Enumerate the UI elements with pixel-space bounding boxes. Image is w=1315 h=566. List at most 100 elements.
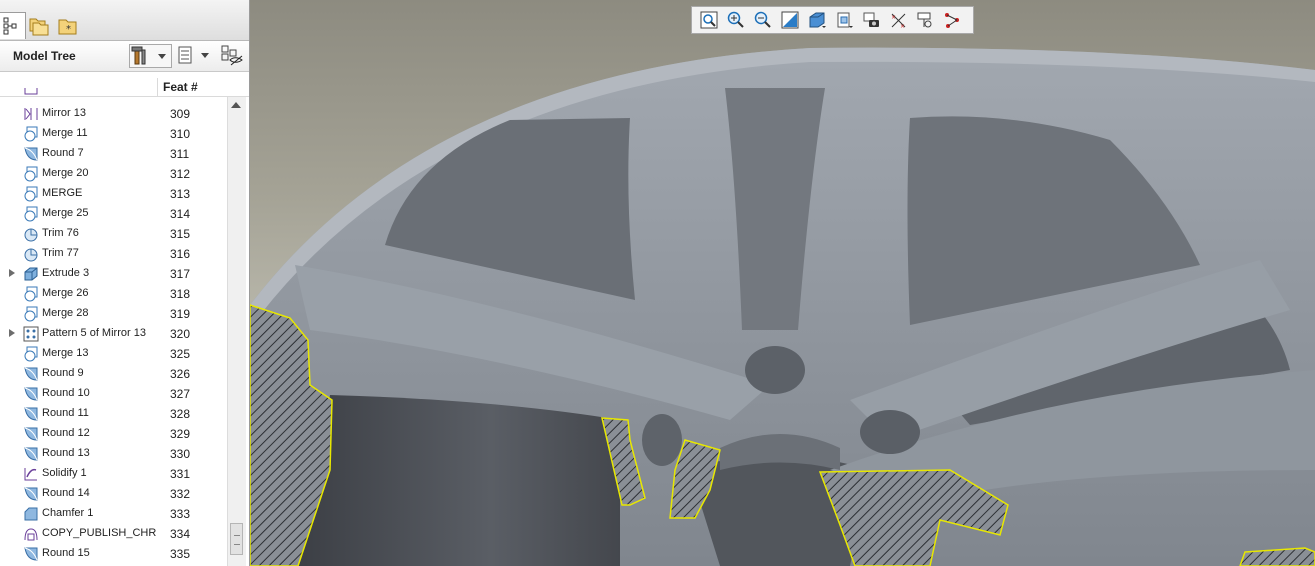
- tree-row[interactable]: Merge 28 319: [0, 304, 226, 324]
- folder-browser-tab-icon: [29, 18, 49, 36]
- tree-scrollbar[interactable]: [227, 97, 246, 566]
- expand-arrow-icon[interactable]: [9, 269, 15, 277]
- view-manager-button[interactable]: [860, 10, 882, 30]
- feature-number: 331: [170, 467, 191, 481]
- graphics-viewport[interactable]: × ×: [250, 0, 1315, 566]
- zoom-in-button[interactable]: [725, 10, 747, 30]
- feature-number: 335: [170, 547, 191, 561]
- merge-icon: [24, 126, 38, 142]
- pattern-icon: [23, 326, 39, 342]
- feature-number: 332: [170, 487, 191, 501]
- saved-views-button[interactable]: [833, 10, 855, 30]
- feature-name: Merge 28: [42, 307, 89, 319]
- tree-row[interactable]: Merge 25 314: [0, 204, 226, 224]
- datum-display-button[interactable]: × ×: [887, 10, 909, 30]
- tree-row[interactable]: COPY_PUBLISH_CHROM 334: [0, 524, 226, 544]
- feature-number: 313: [170, 187, 191, 201]
- feature-name: Merge 11: [42, 127, 88, 139]
- inner-barrel: [298, 395, 620, 566]
- tree-list-icon: [178, 46, 209, 64]
- tree-row[interactable]: Round 9 326: [0, 364, 226, 384]
- scroll-up-arrow-icon[interactable]: [231, 102, 241, 108]
- tree-row[interactable]: Chamfer 1 333: [0, 504, 226, 524]
- feature-name: Round 10: [42, 387, 90, 399]
- view-toolbar: × ×: [691, 6, 974, 34]
- show-menu-button[interactable]: [176, 44, 212, 68]
- feature-number: 329: [170, 427, 191, 441]
- refit-icon: [700, 11, 718, 29]
- spin-center-button[interactable]: [941, 10, 963, 30]
- tree-filter-icon: [221, 45, 243, 66]
- favorites-tab[interactable]: *: [51, 12, 81, 39]
- tree-row[interactable]: Round 11 328: [0, 404, 226, 424]
- tree-row[interactable]: Round 13 330: [0, 444, 226, 464]
- tools-icon: [131, 46, 166, 65]
- favorites-tab-icon: *: [58, 19, 77, 35]
- tree-row[interactable]: Merge 13 325: [0, 344, 226, 364]
- tree-row[interactable]: Round 7 311: [0, 144, 226, 164]
- merge-icon: [24, 306, 38, 322]
- feature-number: 330: [170, 447, 191, 461]
- feature-name: Merge 25: [42, 207, 89, 219]
- feature-number: 315: [170, 227, 191, 241]
- round-icon: [24, 367, 38, 381]
- feature-name: Round 12: [42, 427, 90, 439]
- lug-hole-right: [860, 410, 920, 454]
- tree-row[interactable]: Round 14 332: [0, 484, 226, 504]
- zoom-out-button[interactable]: [752, 10, 774, 30]
- solidify-icon: [24, 468, 37, 481]
- tree-row[interactable]: Merge 20 312: [0, 164, 226, 184]
- tree-row[interactable]: Round 15 335: [0, 544, 226, 564]
- feature-name: Mirror 13: [42, 107, 87, 119]
- feature-number: 309: [170, 107, 191, 121]
- tree-row[interactable]: Trim 76 315: [0, 224, 226, 244]
- display-style-button[interactable]: [806, 10, 828, 30]
- round-icon: [24, 547, 38, 561]
- feature-number: 316: [170, 247, 191, 261]
- feature-number: 314: [170, 207, 191, 221]
- scroll-thumb[interactable]: [230, 523, 243, 555]
- extrude-icon: [24, 267, 38, 281]
- expand-arrow-icon[interactable]: [9, 329, 15, 337]
- trim-icon: [24, 228, 38, 242]
- tree-row[interactable]: Mirror 13 309: [0, 104, 226, 124]
- feature-name: COPY_PUBLISH_CHROM: [42, 527, 156, 539]
- round-icon: [24, 407, 38, 421]
- tree-row[interactable]: Merge 26 318: [0, 284, 226, 304]
- tree-row[interactable]: Solidify 1 331: [0, 464, 226, 484]
- model-tree-tab-icon: [3, 17, 17, 35]
- tree-row[interactable]: Pattern 5 of Mirror 13 320: [0, 324, 226, 344]
- feature-name: Merge 20: [42, 167, 89, 179]
- tree-row[interactable]: Round 10 327: [0, 384, 226, 404]
- spin-center-icon: [945, 13, 959, 28]
- round-icon: [24, 147, 38, 161]
- annotation-display-button[interactable]: [914, 10, 936, 30]
- trim-icon: [24, 248, 38, 262]
- datum-display-icon: × ×: [891, 13, 906, 29]
- wheel-section-model[interactable]: [250, 0, 1315, 566]
- tree-row[interactable]: Extrude 3 317: [0, 264, 226, 284]
- settings-button[interactable]: [129, 44, 172, 68]
- feature-name: Chamfer 1: [42, 507, 94, 519]
- refit-button[interactable]: [698, 10, 720, 30]
- tree-filters-button[interactable]: [220, 44, 246, 68]
- round-icon: [24, 447, 38, 461]
- merge-icon: [24, 286, 38, 302]
- tree-row[interactable]: Merge 11 310: [0, 124, 226, 144]
- tree-row[interactable]: Round 12 329: [0, 424, 226, 444]
- merge-icon: [24, 346, 38, 362]
- feature-name: Trim 77: [42, 247, 79, 259]
- feature-name: Round 11: [42, 407, 89, 419]
- lug-hole-left: [642, 414, 682, 466]
- repaint-button[interactable]: [779, 10, 801, 30]
- lug-hole-center: [745, 346, 805, 394]
- zoom-out-icon: [754, 11, 771, 28]
- svg-text:×: ×: [891, 14, 896, 21]
- tree-row[interactable]: Trim 77 316: [0, 244, 226, 264]
- folder-browser-tab[interactable]: [22, 12, 52, 39]
- navigator-tab-bar: *: [0, 0, 249, 41]
- feature-name: Extrude 3: [42, 267, 90, 279]
- tree-row[interactable]: MERGE 313: [0, 184, 226, 204]
- feature-name: MERGE: [42, 187, 83, 199]
- feature-name: Merge 26: [42, 287, 89, 299]
